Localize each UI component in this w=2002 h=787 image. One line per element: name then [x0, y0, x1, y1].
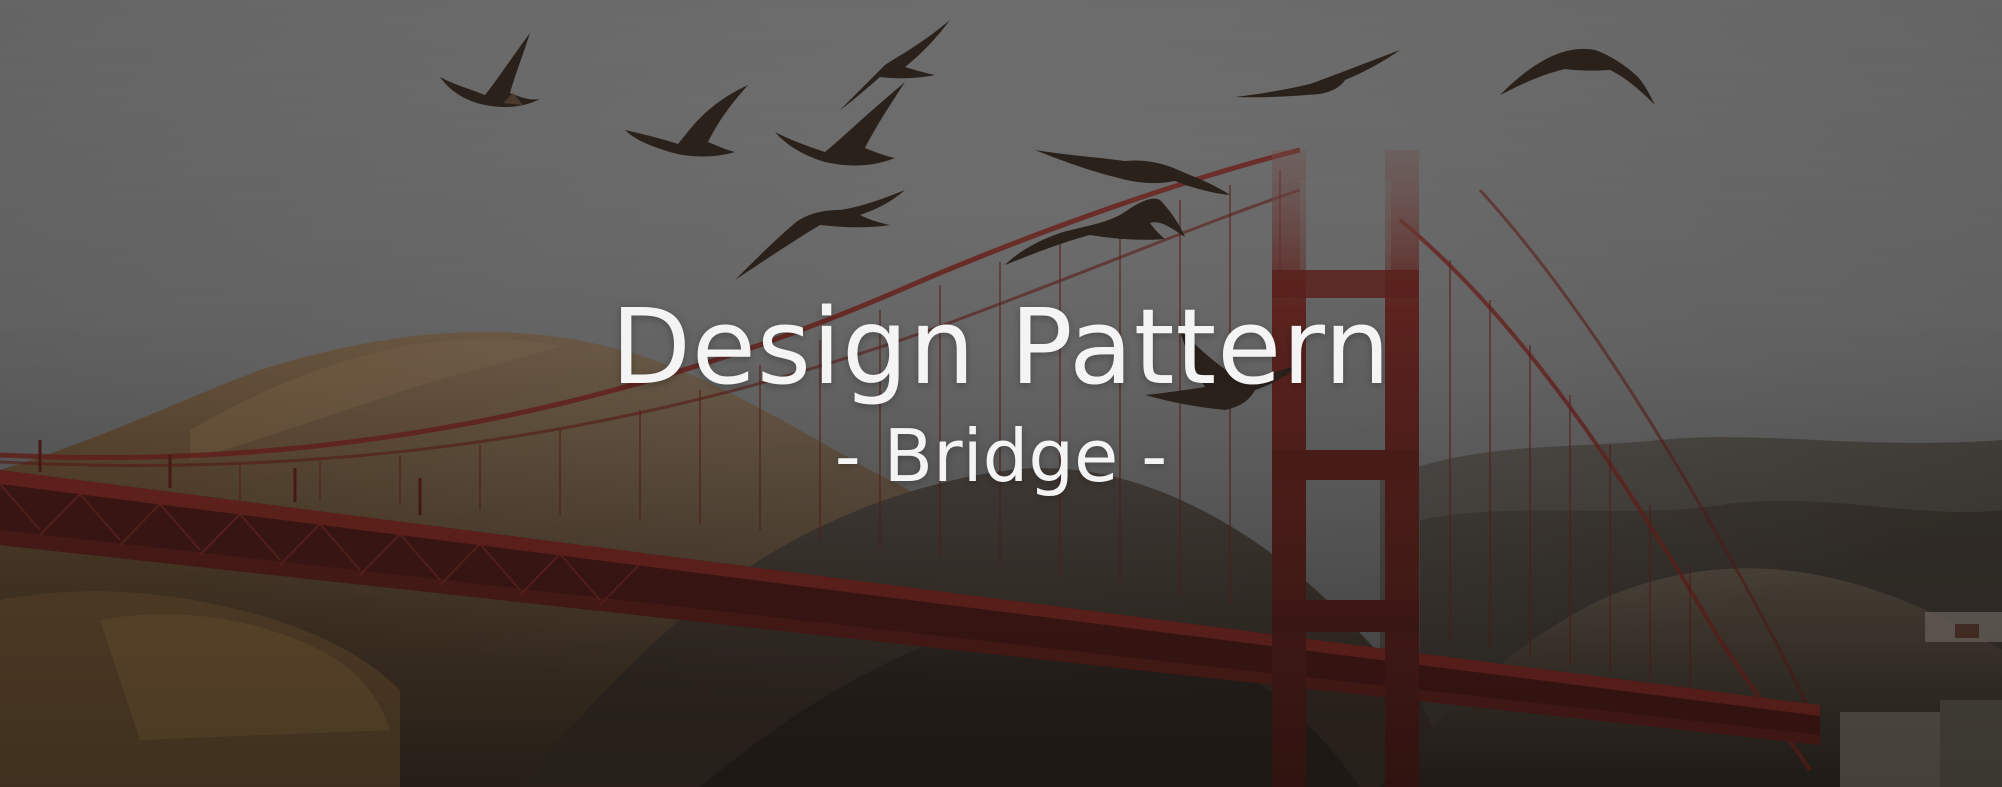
hero-banner: Design Pattern - Bridge -	[0, 0, 2002, 787]
background-photo	[0, 0, 2002, 787]
